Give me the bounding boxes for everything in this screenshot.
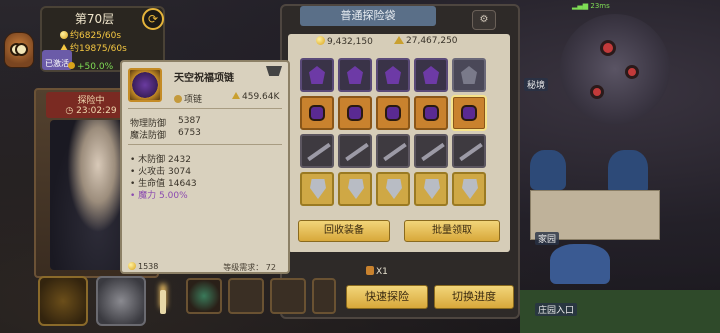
- bag-item-shield[interactable]: [338, 172, 372, 206]
- bag-item-weapon[interactable]: [338, 134, 372, 168]
- home-label[interactable]: 家园: [535, 232, 560, 245]
- potion-icon: [366, 266, 374, 275]
- clock-icon: ◷: [65, 106, 77, 116]
- switch-progress-button[interactable]: 切换进度: [434, 285, 514, 309]
- bag-item-neck[interactable]: [338, 96, 372, 130]
- owl-avatar[interactable]: [4, 32, 34, 68]
- bag-item-neck[interactable]: [376, 96, 410, 130]
- bag-item-helmet[interactable]: [300, 58, 334, 92]
- bag-item-neck[interactable]: [451, 95, 487, 131]
- divider: [128, 108, 282, 109]
- coin-icon: [316, 36, 325, 45]
- quick-explore-button[interactable]: 快速探险: [346, 285, 428, 309]
- recycle-equipment-button[interactable]: 回收装备: [298, 220, 390, 242]
- settings-icon[interactable]: ⚙: [472, 10, 496, 30]
- secret-realm-label[interactable]: 秘境: [524, 78, 549, 91]
- equipped-helmet-slot[interactable]: [228, 278, 264, 314]
- coin-icon: [60, 31, 68, 39]
- hero-equip-slot-1[interactable]: [38, 276, 88, 326]
- monster-eye: [600, 40, 616, 56]
- stat-magic-defense: 魔法防御 6753: [130, 128, 201, 141]
- coin-icon: [68, 62, 75, 69]
- equipped-necklace-slot[interactable]: [186, 278, 222, 314]
- floor-emblem-icon[interactable]: ⟳: [142, 8, 164, 30]
- bag-item-neck[interactable]: [300, 96, 334, 130]
- necklace-icon: [128, 68, 162, 102]
- floor-title: 第70层: [74, 12, 115, 26]
- power-icon: [394, 36, 404, 44]
- manor-entrance-label[interactable]: 庄园入口: [535, 303, 578, 316]
- bag-gold-total: 9,432,150: [316, 36, 373, 47]
- item-power: 459.64K: [232, 92, 279, 102]
- item-name: 天空祝福项链: [174, 73, 234, 84]
- bag-item-shield[interactable]: [452, 172, 486, 206]
- item-sell-price: 1538: [128, 262, 158, 271]
- necklace-type-icon: [174, 95, 182, 103]
- equipped-extra-slot[interactable]: [312, 278, 336, 314]
- batch-collect-button[interactable]: 批量领取: [404, 220, 500, 242]
- candle-icon: [160, 290, 166, 314]
- dome-building: [550, 244, 610, 284]
- bag-item-weapon[interactable]: [300, 134, 334, 168]
- bag-item-neck[interactable]: [414, 96, 448, 130]
- network-latency: ▂▄▆ 23ms: [572, 2, 610, 10]
- item-type: 项链: [174, 92, 202, 105]
- potion-counter: X1: [366, 266, 388, 277]
- bag-item-shield[interactable]: [300, 172, 334, 206]
- bag-item-weapon[interactable]: [376, 134, 410, 168]
- bag-item-helmet[interactable]: [452, 58, 486, 92]
- dome-building: [608, 150, 648, 194]
- pin-icon[interactable]: [266, 66, 282, 76]
- bonus-percent: +50.0%: [68, 62, 113, 72]
- bag-item-helmet[interactable]: [338, 58, 372, 92]
- world-map[interactable]: [520, 0, 720, 333]
- bag-item-helmet[interactable]: [376, 58, 410, 92]
- coin-icon: [128, 262, 136, 270]
- divider: [128, 144, 282, 145]
- monster-eye: [625, 65, 639, 79]
- gold-rate: 约6825/60s: [60, 28, 121, 41]
- equipped-weapon-slot[interactable]: [270, 278, 306, 314]
- monster-eye: [590, 85, 604, 99]
- bag-item-weapon[interactable]: [452, 134, 486, 168]
- monster-art: [560, 14, 670, 124]
- bag-power-total: 27,467,250: [394, 36, 458, 46]
- dome-building: [530, 150, 566, 190]
- sub-stat: • 魔力 5.00%: [130, 191, 188, 201]
- bag-item-weapon[interactable]: [414, 134, 448, 168]
- bag-title: 普通探险袋: [300, 6, 436, 26]
- bag-item-grid: [300, 58, 487, 206]
- item-tooltip: 天空祝福项链 项链 459.64K 物理防御 5387 魔法防御 6753 • 木防…: [120, 60, 290, 274]
- bag-item-shield[interactable]: [414, 172, 448, 206]
- bag-item-shield[interactable]: [376, 172, 410, 206]
- power-icon: [232, 92, 240, 99]
- hero-equip-slot-2[interactable]: [96, 276, 146, 326]
- level-requirement: 等级需求： 72: [223, 263, 276, 272]
- bag-item-helmet[interactable]: [414, 58, 448, 92]
